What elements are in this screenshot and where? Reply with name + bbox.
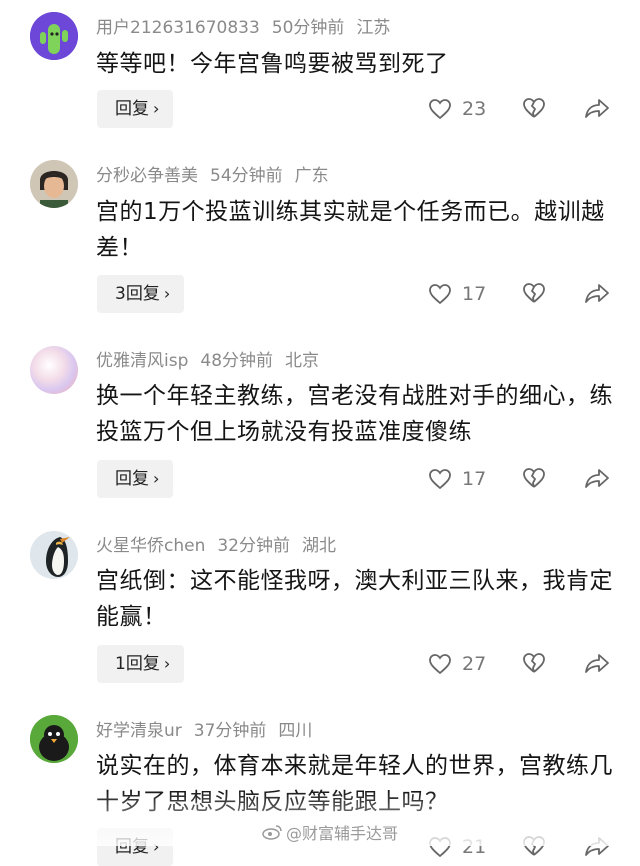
- avatar[interactable]: [30, 12, 78, 60]
- dislike-button[interactable]: [522, 97, 546, 123]
- comment-meta: 优雅清风isp 48分钟前 北京: [96, 351, 331, 371]
- username[interactable]: 火星华侨chen: [96, 536, 205, 556]
- penguin-avatar-icon: [30, 531, 78, 579]
- like-button[interactable]: 27: [428, 652, 486, 676]
- avatar[interactable]: [30, 715, 78, 763]
- like-count: 27: [462, 653, 487, 675]
- like-count: 17: [462, 468, 487, 490]
- username[interactable]: 好学清泉ur: [96, 721, 182, 741]
- share-button[interactable]: [584, 467, 610, 493]
- location: 湖北: [302, 536, 336, 556]
- bird-avatar-icon: [30, 715, 78, 763]
- dislike-button[interactable]: [522, 282, 546, 308]
- dislike-button[interactable]: [522, 652, 546, 678]
- dislike-button[interactable]: [522, 467, 546, 493]
- chevron-right-icon: ›: [153, 469, 160, 488]
- share-arrow-icon: [585, 284, 609, 303]
- location: 广东: [294, 166, 329, 186]
- like-count: 23: [462, 98, 487, 120]
- avatar[interactable]: [30, 531, 78, 579]
- chevron-right-icon: ›: [153, 99, 160, 118]
- timestamp: 37分钟前: [193, 721, 267, 741]
- broken-heart-icon: [523, 98, 545, 118]
- location: 四川: [278, 721, 313, 741]
- comment-meta: 好学清泉ur 37分钟前 四川: [96, 721, 324, 741]
- heart-icon: [429, 654, 451, 675]
- heart-icon: [429, 284, 451, 305]
- reply-label: 回复: [115, 99, 149, 119]
- reply-label: 1回复: [115, 654, 160, 674]
- share-arrow-icon: [585, 99, 609, 118]
- like-button[interactable]: 17: [428, 467, 486, 491]
- reply-button[interactable]: 3回复 ›: [97, 275, 185, 313]
- cactus-avatar-icon: [30, 12, 78, 60]
- gradient-avatar-icon: [30, 346, 78, 394]
- chevron-right-icon: ›: [163, 284, 171, 303]
- comment-actions: 17: [420, 275, 620, 313]
- username[interactable]: 分秒必争善美: [96, 166, 198, 186]
- comment-meta: 分秒必争善美 54分钟前 广东: [96, 166, 341, 186]
- reply-button[interactable]: 回复 ›: [97, 90, 174, 128]
- timestamp: 54分钟前: [210, 166, 283, 186]
- timestamp: 32分钟前: [217, 536, 290, 556]
- username[interactable]: 用户212631670833: [96, 18, 260, 38]
- timestamp: 50分钟前: [271, 18, 345, 38]
- location: 北京: [285, 351, 320, 371]
- comment-actions: 17: [420, 460, 620, 498]
- like-button[interactable]: 23: [428, 97, 486, 121]
- comment-actions: 27: [420, 645, 620, 683]
- person-avatar-icon: [30, 160, 78, 208]
- like-count: 17: [462, 283, 487, 305]
- broken-heart-icon: [523, 283, 545, 303]
- like-button[interactable]: 17: [428, 282, 486, 306]
- share-arrow-icon: [585, 654, 609, 673]
- comment-text: 宫的1万个投蓝训练其实就是个任务而已。越训越差！: [96, 199, 605, 261]
- heart-icon: [429, 99, 451, 120]
- watermark: @财富辅手达哥: [262, 820, 398, 844]
- share-button[interactable]: [584, 282, 610, 308]
- share-button[interactable]: [584, 97, 610, 123]
- timestamp: 48分钟前: [200, 351, 274, 371]
- share-button[interactable]: [584, 652, 610, 678]
- username[interactable]: 优雅清风isp: [96, 351, 188, 371]
- comment-text: 宫纸倒：这不能怪我呀，澳大利亚三队来，我肯定能赢！: [96, 568, 613, 630]
- broken-heart-icon: [523, 468, 545, 488]
- watermark-text: @财富辅手达哥: [286, 824, 399, 843]
- heart-icon: [429, 469, 451, 490]
- comment-text: 换一个年轻主教练，宫老没有战胜对手的细心，练投篮万个但上场就没有投蓝准度傻练: [96, 383, 613, 445]
- share-arrow-icon: [585, 469, 609, 488]
- avatar[interactable]: [30, 160, 78, 208]
- location: 江苏: [356, 18, 391, 38]
- comment-actions: 23: [420, 90, 620, 128]
- broken-heart-icon: [523, 653, 545, 673]
- weibo-logo-icon: [262, 825, 282, 840]
- comment-text: 等等吧！今年宫鲁鸣要被骂到死了: [96, 51, 449, 77]
- reply-button[interactable]: 1回复 ›: [97, 645, 185, 683]
- reply-button[interactable]: 回复 ›: [97, 460, 174, 498]
- avatar[interactable]: [30, 346, 78, 394]
- reply-label: 回复: [115, 469, 149, 489]
- chevron-right-icon: ›: [163, 654, 171, 673]
- comment-meta: 火星华侨chen 32分钟前 湖北: [96, 536, 348, 556]
- comment-meta: 用户212631670833 50分钟前 江苏: [96, 18, 402, 38]
- reply-label: 3回复: [115, 284, 160, 304]
